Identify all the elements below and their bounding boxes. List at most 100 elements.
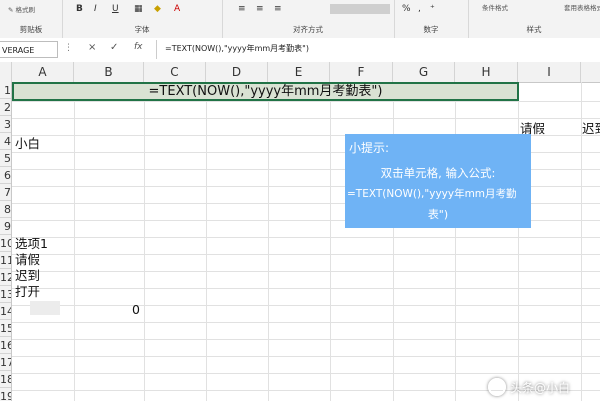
tip-line: 表") (427, 208, 449, 221)
fill-color-icon[interactable]: ◆ (154, 4, 161, 14)
font-label: 字体 (134, 25, 150, 34)
cell-a12[interactable]: 迟到 (15, 267, 40, 284)
font-color-icon[interactable]: A (174, 4, 180, 14)
cancel-button[interactable]: × (88, 42, 96, 53)
column-header-g[interactable]: G (393, 62, 455, 82)
grid-line (12, 322, 600, 323)
grid-line (12, 101, 600, 102)
styles-group: 条件格式 套用表格格式 样式 (468, 0, 600, 38)
border-icon[interactable]: ▦ (134, 4, 143, 14)
grid-line (455, 82, 456, 401)
row-header[interactable]: 6 (0, 167, 11, 184)
grid-line (330, 82, 331, 401)
table-format-button[interactable]: 套用表格格式 (564, 2, 600, 12)
row-header[interactable]: 15 (0, 320, 11, 337)
formula-input[interactable]: =TEXT(NOW(),"yyyy年mm月考勤表") (165, 43, 309, 54)
alignment-group: ≡ ≡ ≡ 对齐方式 (222, 0, 395, 38)
column-header-c[interactable]: C (144, 62, 206, 82)
percent-button[interactable]: % (402, 4, 411, 14)
cell-a13[interactable]: 打开 (15, 283, 40, 300)
bold-button[interactable]: B (76, 4, 83, 14)
tip-line: =TEXT(NOW(),"yyyy年mm月考勤 (347, 188, 517, 200)
row-header[interactable]: 10 (0, 235, 11, 252)
conditional-format-button[interactable]: 条件格式 (482, 2, 508, 12)
grid-line (12, 254, 600, 255)
format-painter-button[interactable]: ✎ 格式刷 (8, 4, 35, 14)
grid-line (12, 271, 600, 272)
grid-line (12, 305, 600, 306)
grid-line (268, 82, 269, 401)
row-header[interactable]: 14 (0, 303, 11, 320)
name-box[interactable]: VERAGE (0, 41, 58, 58)
row-header[interactable]: 12 (0, 269, 11, 286)
alignment-label: 对齐方式 (293, 25, 323, 34)
column-header-e[interactable]: E (268, 62, 330, 82)
row-header[interactable]: 19 (0, 388, 11, 401)
formula-divider (156, 40, 157, 59)
comma-style-icon[interactable]: , (418, 4, 421, 14)
confirm-button[interactable]: ✓ (110, 42, 118, 53)
column-header-i[interactable]: I (518, 62, 581, 82)
column-header-h[interactable]: H (455, 62, 518, 82)
watermark: 头条@小白 (488, 376, 600, 400)
formula-bar: VERAGE ⋮ × ✓ fx =TEXT(NOW(),"yyyy年mm月考勤表… (0, 38, 600, 63)
column-header-f[interactable]: F (330, 62, 393, 82)
align-left-icon[interactable]: ≡ (238, 4, 246, 14)
cell-a10[interactable]: 选项1 (15, 235, 48, 252)
align-center-icon[interactable]: ≡ (256, 4, 264, 14)
merged-title-cell[interactable]: =TEXT(NOW(),"yyyy年mm月考勤表") (12, 82, 519, 101)
row-header[interactable]: 17 (0, 354, 11, 371)
grid-line (74, 82, 75, 401)
grid-line (206, 82, 207, 401)
clipboard-label: 剪贴板 (19, 25, 43, 34)
cell-j3[interactable]: 迟到 (582, 120, 600, 137)
row-header[interactable]: 3 (0, 116, 11, 133)
row-header[interactable]: 9 (0, 218, 11, 235)
grid-line (12, 288, 600, 289)
cell-grid[interactable]: =TEXT(NOW(),"yyyy年mm月考勤表") 请假 迟到 小白 选项1 … (12, 82, 600, 401)
underline-button[interactable]: U (112, 4, 119, 14)
cell-a11[interactable]: 请假 (15, 251, 40, 268)
row-header[interactable]: 4 (0, 133, 11, 150)
cell-a4[interactable]: 小白 (15, 135, 40, 152)
clipboard-group: ✎ 格式刷 剪贴板 (0, 0, 63, 38)
grid-line (12, 373, 600, 374)
row-header[interactable]: 2 (0, 99, 11, 116)
grid-line (12, 118, 600, 119)
row-header[interactable]: 13 (0, 286, 11, 303)
merge-center-button[interactable] (330, 4, 390, 14)
cell-b14[interactable]: 0 (132, 301, 140, 318)
number-group: % , ⁺ 数字 (394, 0, 469, 38)
grid-line (12, 339, 600, 340)
align-right-icon[interactable]: ≡ (274, 4, 282, 14)
brush-icon: ✎ (8, 6, 14, 14)
row-header[interactable]: 7 (0, 184, 11, 201)
tip-line: 双击单元格, 输入公式: (380, 166, 496, 180)
blurred-cell (30, 301, 60, 315)
italic-button[interactable]: I (94, 4, 97, 14)
watermark-text: 头条@小白 (510, 381, 571, 395)
row-header[interactable]: 5 (0, 150, 11, 167)
grid-line (393, 82, 394, 401)
styles-label: 样式 (526, 25, 542, 34)
grid-line (144, 82, 145, 401)
increase-decimal-icon[interactable]: ⁺ (430, 4, 435, 14)
tip-title: 小提示: (349, 141, 390, 155)
column-header-a[interactable]: A (12, 62, 74, 82)
font-group: B I U ▦ ◆ A 字体 (62, 0, 223, 38)
grid-line (518, 82, 519, 401)
row-headers: 1 2 3 4 5 6 7 8 9 10 11 12 13 14 15 16 1… (0, 82, 12, 401)
row-header[interactable]: 16 (0, 337, 11, 354)
select-all-corner[interactable] (0, 62, 12, 82)
row-header[interactable]: 11 (0, 252, 11, 269)
insert-function-button[interactable]: fx (134, 42, 143, 52)
column-header-b[interactable]: B (74, 62, 144, 82)
more-dots-icon[interactable]: ⋮ (64, 43, 73, 53)
tip-box: 小提示: 双击单元格, 输入公式: =TEXT(NOW(),"yyyy年mm月考… (345, 134, 531, 228)
column-headers: A B C D E F G H I (0, 62, 600, 83)
row-header[interactable]: 1 (0, 82, 11, 99)
column-header-d[interactable]: D (206, 62, 268, 82)
row-header[interactable]: 18 (0, 371, 11, 388)
watermark-logo-icon (488, 378, 506, 396)
row-header[interactable]: 8 (0, 201, 11, 218)
